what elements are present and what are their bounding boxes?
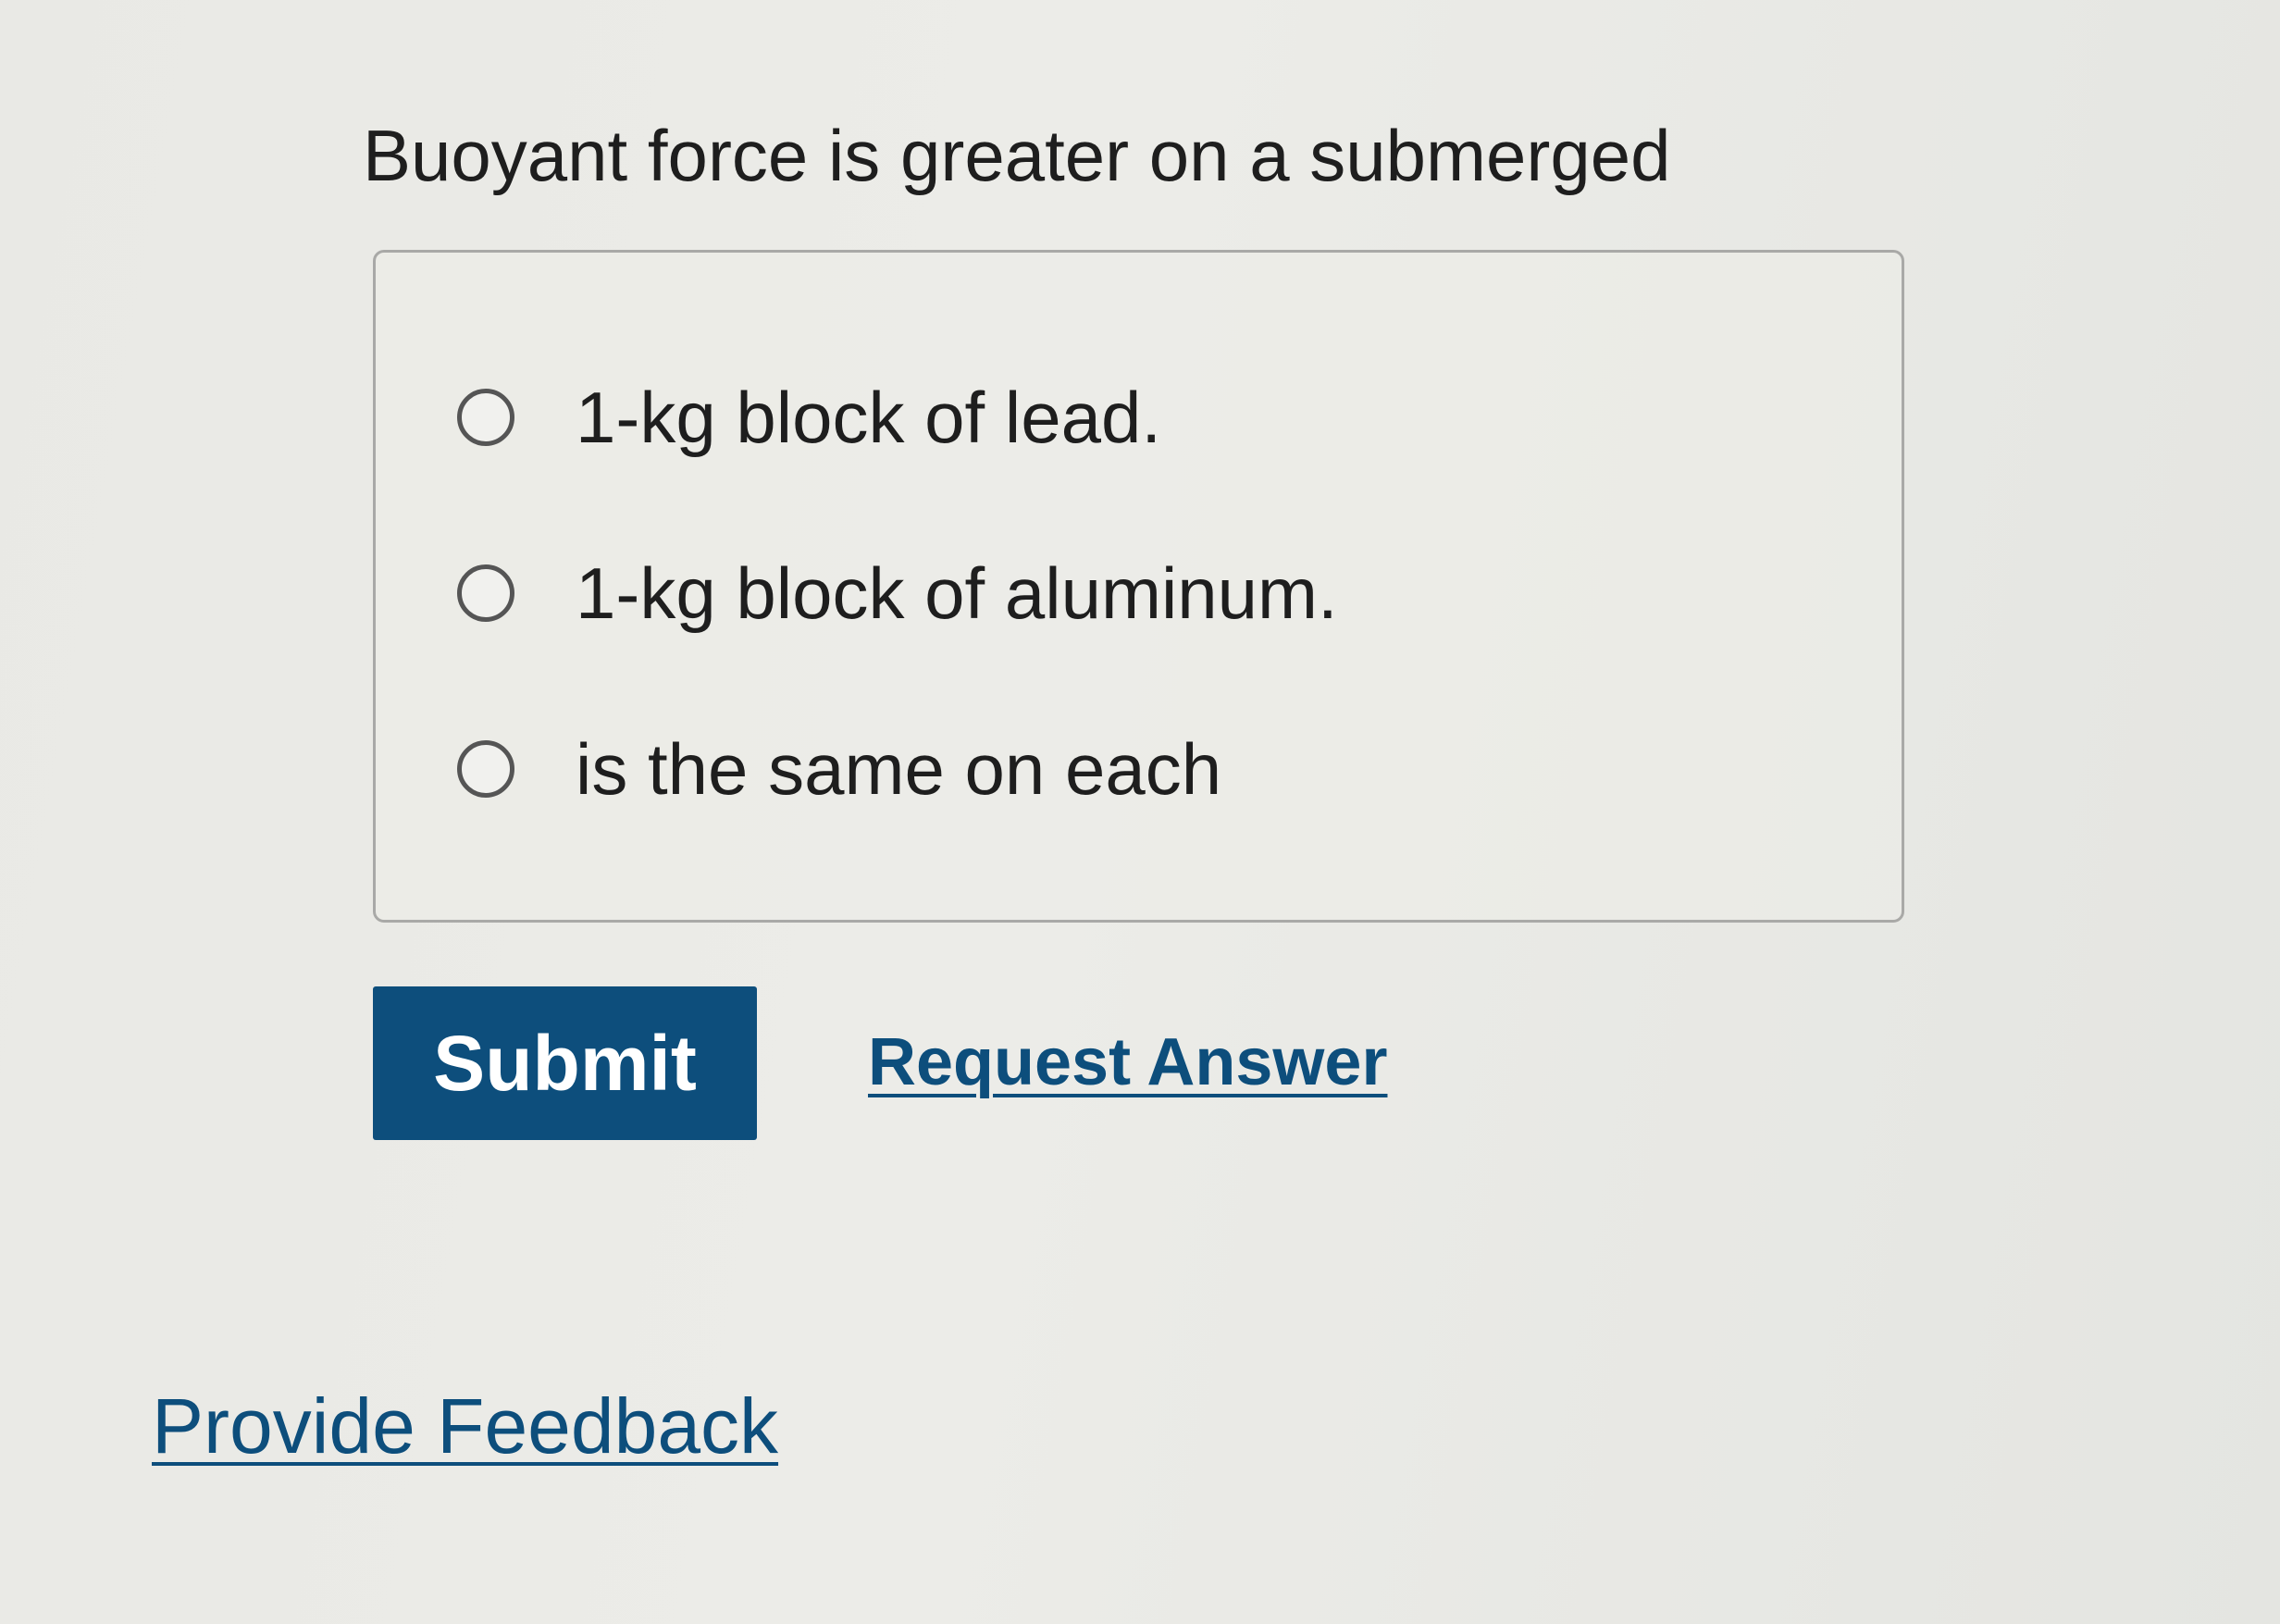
provide-feedback-link[interactable]: Provide Feedback: [152, 1375, 778, 1477]
request-answer-link[interactable]: Request Answer: [868, 1016, 1387, 1109]
option-aluminum[interactable]: 1-kg block of aluminum.: [457, 547, 1338, 639]
radio-button-icon[interactable]: [457, 740, 514, 798]
radio-button-icon[interactable]: [457, 564, 514, 622]
option-label: 1-kg block of lead.: [576, 377, 1162, 458]
radio-button-icon[interactable]: [457, 389, 514, 446]
option-same[interactable]: is the same on each: [457, 723, 1221, 815]
option-lead[interactable]: 1-kg block of lead.: [457, 371, 1161, 464]
option-label: 1-kg block of aluminum.: [576, 552, 1338, 634]
answer-options-group: 1-kg block of lead. 1-kg block of alumin…: [373, 250, 1904, 923]
question-text: Buoyant force is greater on a submerged: [363, 115, 1671, 196]
option-label: is the same on each: [576, 728, 1222, 810]
submit-button[interactable]: Submit: [373, 986, 757, 1140]
